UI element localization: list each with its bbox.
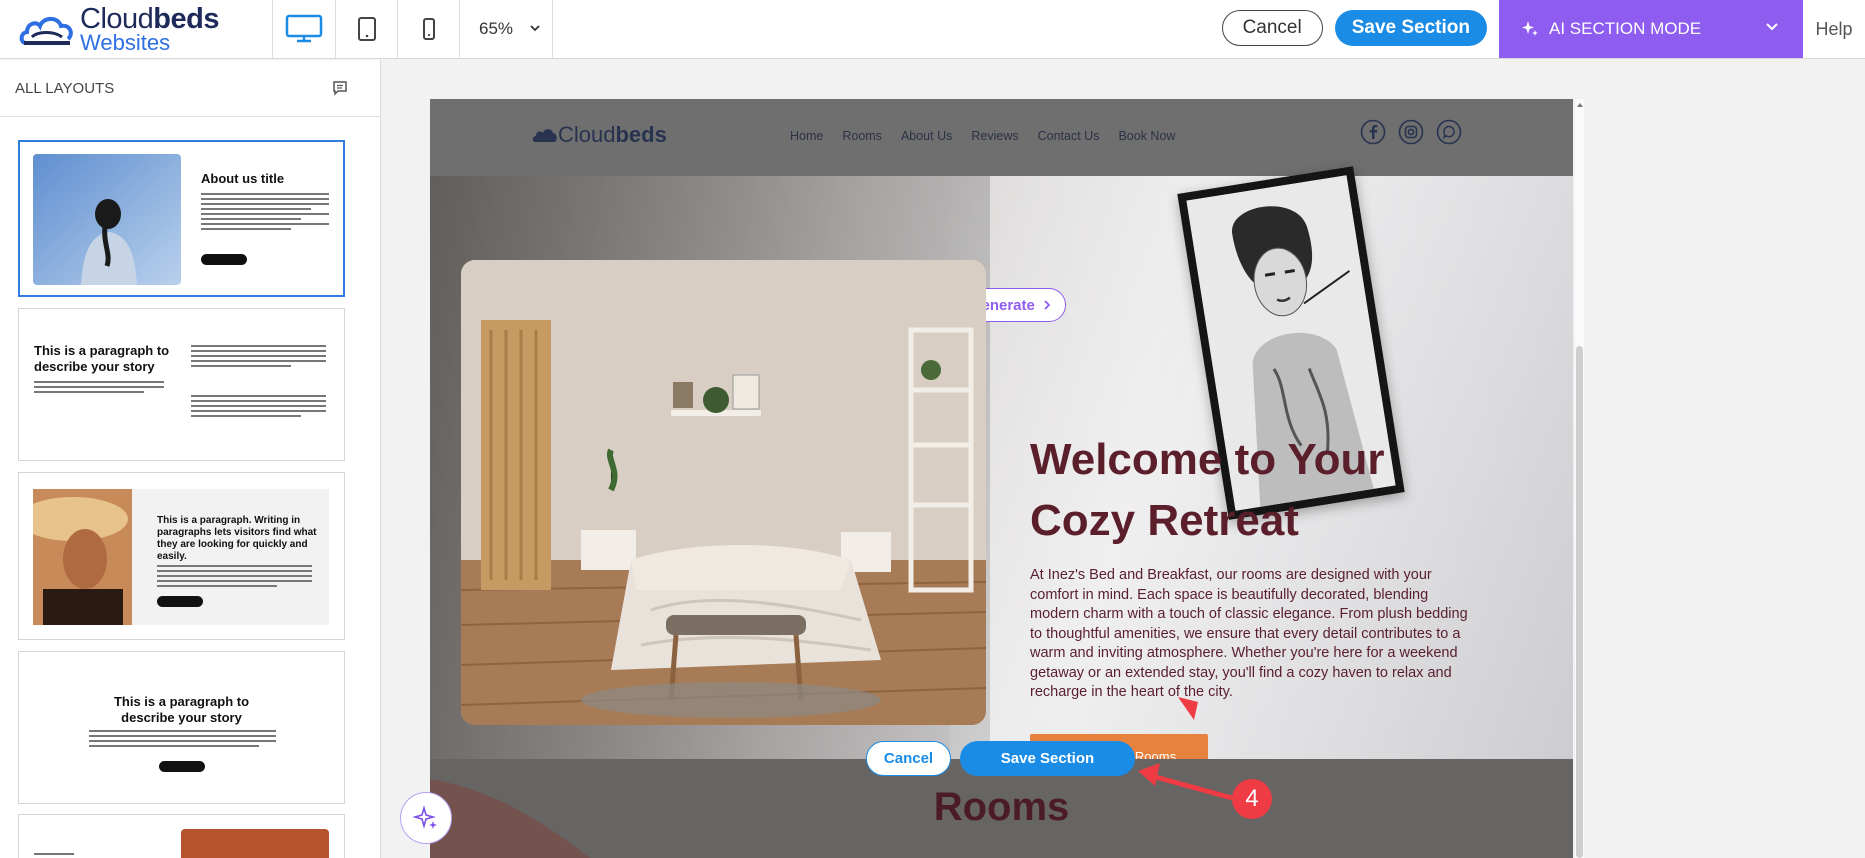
desktop-view-button[interactable]	[273, 0, 336, 58]
scroll-up-icon[interactable]	[1576, 101, 1584, 109]
instagram-icon[interactable]	[1398, 119, 1424, 145]
whatsapp-icon[interactable]	[1436, 119, 1462, 145]
brand-product: Websites	[80, 29, 171, 55]
top-toolbar: Cloudbeds Websites 65% Cancel Save Secti…	[0, 0, 1865, 59]
ai-mode-label: AI SECTION MODE	[1549, 19, 1702, 38]
site-logo-light: Cloud	[558, 122, 616, 147]
hero-title[interactable]: Welcome to Your Cozy Retreat	[1030, 429, 1480, 551]
zoom-select[interactable]: 65%	[460, 0, 553, 58]
site-logo: Cloudbeds	[532, 122, 667, 148]
chevron-down-icon	[530, 25, 540, 32]
site-logo-bold: beds	[615, 122, 667, 147]
facebook-icon[interactable]	[1360, 119, 1386, 145]
cancel-button[interactable]: Cancel	[1221, 10, 1323, 46]
layout-heading: This is a paragraph. Writing in paragrap…	[157, 515, 317, 562]
mobile-icon	[422, 18, 435, 40]
section-save-button[interactable]: Save Section	[960, 741, 1135, 776]
tablet-view-button[interactable]	[336, 0, 398, 58]
sparkle-icon	[413, 805, 437, 829]
comment-icon[interactable]	[332, 80, 348, 96]
mobile-view-button[interactable]	[398, 0, 460, 58]
chevron-down-icon	[1766, 23, 1778, 31]
site-nav: Home Rooms About Us Reviews Contact Us B…	[790, 129, 1175, 143]
nav-item-contact-us[interactable]: Contact Us	[1038, 129, 1100, 143]
layout-heading: About us title	[201, 171, 285, 186]
layout-heading: This is a paragraph to describe your sto…	[34, 343, 170, 374]
site-header: Cloudbeds Home Rooms About Us Reviews Co…	[430, 99, 1573, 176]
sidebar-title: ALL LAYOUTS	[15, 79, 115, 97]
cloud-logo-icon	[19, 16, 73, 45]
nav-item-book-now[interactable]: Book Now	[1118, 129, 1175, 143]
nav-item-reviews[interactable]: Reviews	[971, 129, 1018, 143]
layout-thumbnail-image	[33, 489, 132, 625]
tablet-icon	[357, 17, 376, 41]
rooms-section-title: Rooms	[933, 785, 1070, 829]
layout-thumbnail-image	[33, 154, 181, 285]
save-section-button[interactable]: Save Section	[1334, 10, 1487, 46]
ai-section-mode-dropdown[interactable]: AI SECTION MODE	[1499, 0, 1803, 58]
layout-card-2[interactable]: This is a paragraph to describe your sto…	[18, 308, 345, 461]
cloud-logo-icon	[532, 129, 557, 142]
layout-card-1[interactable]: About us title	[18, 140, 345, 297]
layout-card-3[interactable]: This is a paragraph. Writing in paragrap…	[18, 472, 345, 640]
desktop-icon	[285, 14, 323, 43]
layout-heading: This is a paragraph to describe your sto…	[113, 694, 250, 725]
layouts-sidebar: ALL LAYOUTS About us title This is a par…	[0, 60, 381, 858]
chevron-right-icon	[1044, 300, 1051, 310]
layout-card-4[interactable]: This is a paragraph to describe your sto…	[18, 651, 345, 804]
brand-logo: Cloudbeds Websites	[0, 0, 273, 58]
sparkle-icon	[1522, 21, 1538, 36]
scrollbar-thumb[interactable]	[1576, 346, 1583, 858]
nav-item-rooms[interactable]: Rooms	[842, 129, 882, 143]
hero-description[interactable]: At Inez's Bed and Breakfast, our rooms a…	[1030, 566, 1470, 703]
social-links	[1360, 119, 1462, 145]
ai-magic-button[interactable]	[400, 792, 452, 844]
hero-section[interactable]: Regenerate Welcome to Your Cozy Retreat …	[430, 166, 1573, 779]
nav-item-home[interactable]: Home	[790, 129, 823, 143]
nav-item-about-us[interactable]: About Us	[901, 129, 952, 143]
layout-card-5[interactable]	[18, 814, 345, 858]
bedroom-photo	[461, 260, 986, 725]
step-badge: 4	[1232, 779, 1272, 819]
section-cancel-button[interactable]: Cancel	[866, 741, 951, 776]
help-link[interactable]: Help	[1803, 0, 1865, 58]
zoom-value: 65%	[479, 19, 514, 38]
